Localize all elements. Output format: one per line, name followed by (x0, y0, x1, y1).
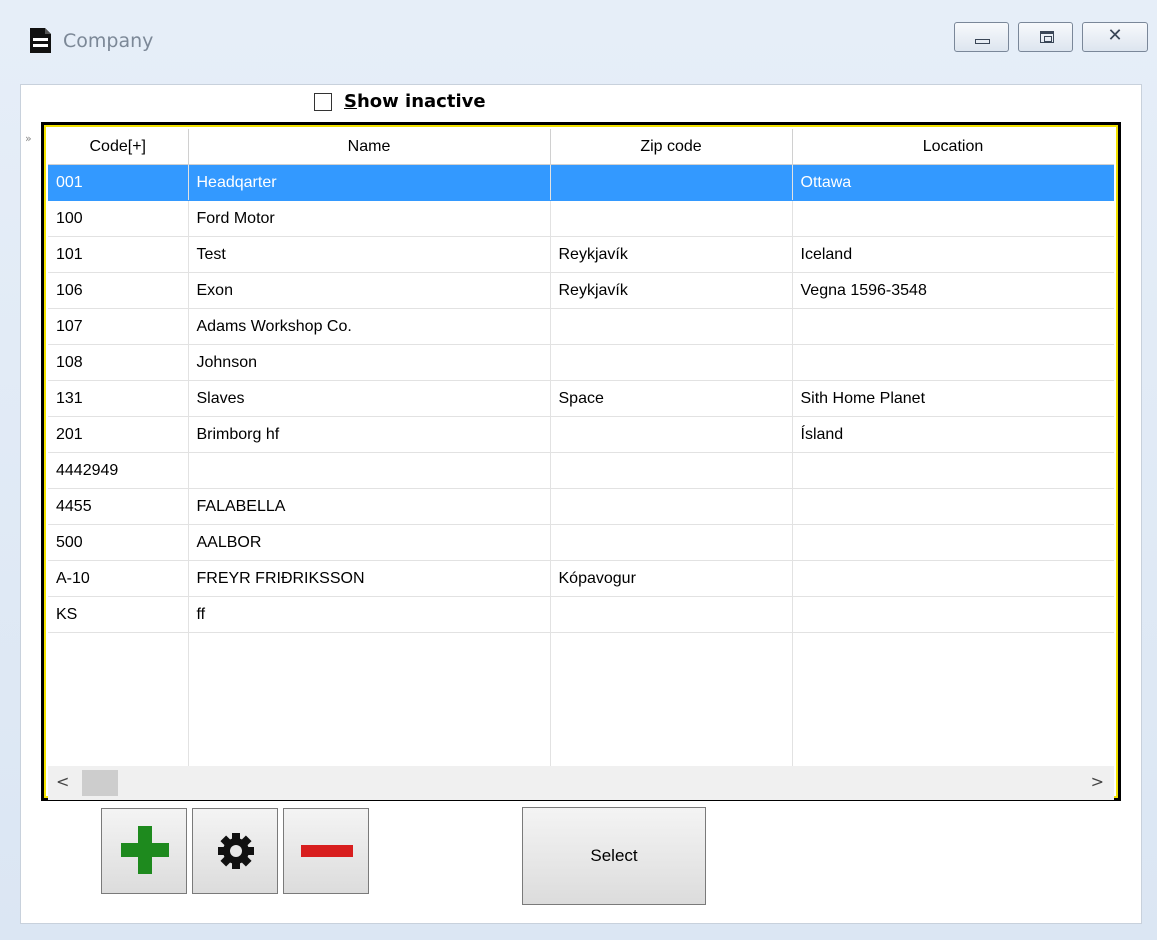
title-bar[interactable]: Company ✕ (0, 0, 1157, 80)
scroll-right-icon[interactable]: > (1091, 772, 1104, 791)
cell-code[interactable]: 500 (48, 524, 189, 561)
column-header-code[interactable]: Code[+] (48, 129, 189, 165)
cell-name[interactable]: Brimborg hf (188, 416, 551, 453)
cell-name[interactable]: Headqarter (188, 164, 551, 201)
expand-arrows-icon[interactable]: » (25, 132, 32, 145)
cell-code[interactable]: 131 (48, 380, 189, 417)
cell-code[interactable]: 4442949 (48, 452, 189, 489)
column-divider (550, 609, 551, 767)
cell-name[interactable]: FREYR FRIÐRIKSSON (188, 560, 551, 597)
cell-code[interactable]: 106 (48, 272, 189, 309)
minimize-icon (975, 39, 990, 44)
column-divider (188, 609, 189, 767)
column-header-location[interactable]: Location (792, 129, 1114, 165)
show-inactive-label[interactable]: Show inactive (344, 91, 486, 112)
show-inactive-checkbox[interactable] (314, 93, 332, 111)
cell-code[interactable]: 101 (48, 236, 189, 273)
cell-location[interactable] (792, 344, 1114, 381)
scroll-left-icon[interactable]: < (56, 772, 69, 791)
cell-location[interactable] (792, 560, 1114, 597)
select-button[interactable]: Select (522, 807, 706, 905)
show-inactive-accelerator: S (344, 91, 357, 112)
cell-code[interactable]: 108 (48, 344, 189, 381)
cell-zip-code[interactable]: Space (550, 380, 793, 417)
column-header-zip-code[interactable]: Zip code (550, 129, 793, 165)
cell-zip-code[interactable] (550, 452, 793, 489)
cell-name[interactable]: Slaves (188, 380, 551, 417)
cell-code[interactable]: 100 (48, 200, 189, 237)
gear-icon (218, 833, 254, 869)
cell-zip-code[interactable] (550, 488, 793, 525)
cell-zip-code[interactable] (550, 416, 793, 453)
grid-empty-area (48, 609, 1114, 767)
cell-name[interactable]: Exon (188, 272, 551, 309)
table-row[interactable]: 201 Brimborg hf Ísland (48, 416, 1114, 453)
close-button[interactable]: ✕ (1082, 22, 1148, 52)
table-row[interactable]: 107 Adams Workshop Co. (48, 308, 1114, 345)
close-icon: ✕ (1107, 25, 1123, 46)
cell-location[interactable] (792, 308, 1114, 345)
table-row[interactable]: 001 Headqarter Ottawa (48, 164, 1114, 201)
cell-name[interactable]: Johnson (188, 344, 551, 381)
add-button[interactable] (101, 808, 187, 894)
cell-location[interactable] (792, 488, 1114, 525)
company-window: Company ✕ Show inactive » Code[+] Name Z… (0, 0, 1157, 940)
table-row[interactable]: 131 Slaves Space Sith Home Planet (48, 380, 1114, 417)
cell-code[interactable]: 4455 (48, 488, 189, 525)
cell-location[interactable] (792, 452, 1114, 489)
cell-zip-code[interactable] (550, 344, 793, 381)
scrollbar-thumb[interactable] (82, 770, 118, 796)
cell-code[interactable]: 107 (48, 308, 189, 345)
minimize-button[interactable] (954, 22, 1009, 52)
cell-location[interactable]: Sith Home Planet (792, 380, 1114, 417)
cell-zip-code[interactable] (550, 164, 793, 201)
plus-icon (121, 826, 169, 874)
table-row[interactable]: 108 Johnson (48, 344, 1114, 381)
cell-name[interactable]: Test (188, 236, 551, 273)
column-header-name[interactable]: Name (188, 129, 551, 165)
cell-zip-code[interactable]: Reykjavík (550, 272, 793, 309)
cell-zip-code[interactable] (550, 524, 793, 561)
table-row[interactable]: 500 AALBOR (48, 524, 1114, 561)
header-row: Code[+] Name Zip code Location (48, 129, 1114, 165)
maximize-icon (1040, 31, 1054, 43)
cell-name[interactable]: FALABELLA (188, 488, 551, 525)
cell-location[interactable]: Vegna 1596-3548 (792, 272, 1114, 309)
cell-code[interactable]: 201 (48, 416, 189, 453)
cell-name[interactable]: Ford Motor (188, 200, 551, 237)
cell-code[interactable]: A-10 (48, 560, 189, 597)
cell-location[interactable]: Iceland (792, 236, 1114, 273)
cell-zip-code[interactable]: Reykjavík (550, 236, 793, 273)
table-row[interactable]: 4455 FALABELLA (48, 488, 1114, 525)
cell-zip-code[interactable]: Kópavogur (550, 560, 793, 597)
show-inactive-label-rest: how inactive (356, 91, 486, 112)
cell-location[interactable] (792, 524, 1114, 561)
table-row[interactable]: 4442949 (48, 452, 1114, 489)
cell-name[interactable]: AALBOR (188, 524, 551, 561)
client-area: Show inactive » Code[+] Name Zip code Lo… (20, 84, 1142, 924)
remove-button[interactable] (283, 808, 369, 894)
cell-location[interactable] (792, 200, 1114, 237)
horizontal-scrollbar[interactable]: < > (48, 766, 1114, 800)
table-row[interactable]: 106 Exon Reykjavík Vegna 1596-3548 (48, 272, 1114, 309)
window-title: Company (63, 30, 154, 52)
maximize-button[interactable] (1018, 22, 1073, 52)
cell-zip-code[interactable] (550, 308, 793, 345)
table-row[interactable]: 100 Ford Motor (48, 200, 1114, 237)
document-icon (30, 28, 51, 53)
grid-viewport: Code[+] Name Zip code Location 001 Headqa… (48, 129, 1114, 800)
table-row[interactable]: A-10 FREYR FRIÐRIKSSON Kópavogur (48, 560, 1114, 597)
cell-name[interactable]: Adams Workshop Co. (188, 308, 551, 345)
cell-location[interactable]: Ísland (792, 416, 1114, 453)
cell-code[interactable]: 001 (48, 164, 189, 201)
company-table: Code[+] Name Zip code Location 001 Headqa… (48, 129, 1114, 633)
table-row[interactable]: 101 Test Reykjavík Iceland (48, 236, 1114, 273)
minus-icon (301, 845, 353, 857)
cell-zip-code[interactable] (550, 200, 793, 237)
cell-name[interactable] (188, 452, 551, 489)
cell-location[interactable]: Ottawa (792, 164, 1114, 201)
company-grid: Code[+] Name Zip code Location 001 Headqa… (41, 122, 1121, 801)
column-divider (792, 609, 793, 767)
settings-button[interactable] (192, 808, 278, 894)
